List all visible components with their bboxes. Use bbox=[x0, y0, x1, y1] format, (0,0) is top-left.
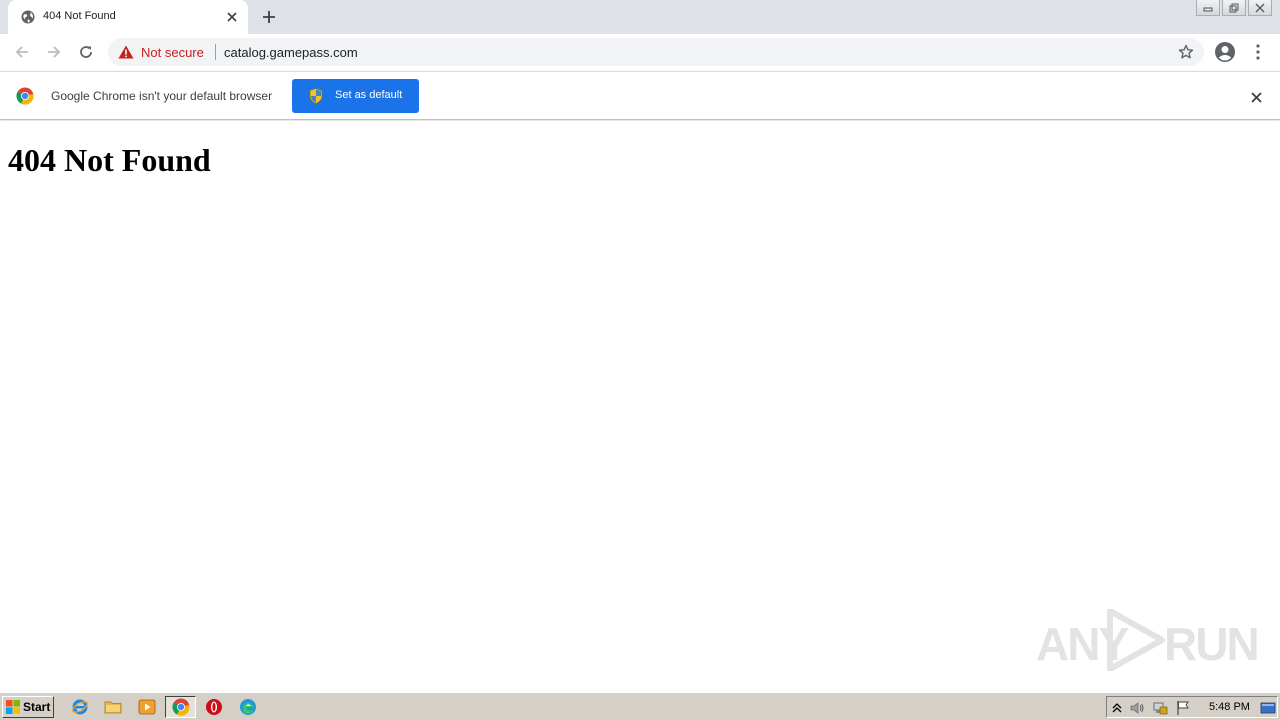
arrow-left-icon[interactable] bbox=[11, 41, 33, 63]
uac-shield-icon bbox=[309, 88, 323, 104]
action-center-flag-icon[interactable] bbox=[1175, 700, 1191, 716]
tab-close-icon[interactable] bbox=[224, 9, 240, 25]
media-player-icon[interactable] bbox=[138, 698, 156, 716]
restore-icon[interactable] bbox=[1222, 0, 1246, 16]
start-label: Start bbox=[23, 700, 51, 714]
play-icon bbox=[1106, 608, 1166, 672]
start-button[interactable]: Start bbox=[2, 696, 54, 718]
internet-explorer-icon[interactable] bbox=[71, 698, 89, 716]
page-heading: 404 Not Found bbox=[8, 142, 211, 178]
system-tray: 5:48 PM bbox=[1106, 696, 1278, 718]
globe-icon bbox=[21, 10, 35, 24]
volume-icon[interactable] bbox=[1129, 700, 1145, 716]
anyrun-watermark: ANY RUN bbox=[1036, 608, 1260, 672]
edge-icon[interactable] bbox=[239, 698, 257, 716]
show-desktop-icon[interactable] bbox=[1260, 700, 1276, 716]
browser-tab[interactable]: 404 Not Found bbox=[8, 0, 248, 34]
screen: 404 Not Found Not secure catalog.gamepas… bbox=[0, 0, 1280, 720]
chrome-taskbar-button[interactable] bbox=[165, 696, 196, 718]
watermark-text-right: RUN bbox=[1164, 618, 1260, 670]
omnibox-divider bbox=[215, 44, 216, 60]
star-icon[interactable] bbox=[1178, 44, 1194, 60]
opera-icon[interactable] bbox=[205, 698, 223, 716]
kebab-menu-icon[interactable] bbox=[1250, 41, 1266, 63]
window-controls bbox=[1196, 0, 1272, 18]
set-as-default-button[interactable]: Set as default bbox=[292, 79, 419, 113]
warning-triangle-icon[interactable] bbox=[118, 45, 134, 59]
close-icon[interactable] bbox=[1248, 0, 1272, 16]
plus-icon[interactable] bbox=[259, 7, 279, 27]
omnibox[interactable]: Not secure catalog.gamepass.com bbox=[108, 38, 1204, 66]
taskbar: Start 5:48 PM bbox=[0, 692, 1280, 720]
url-text[interactable]: catalog.gamepass.com bbox=[224, 45, 358, 60]
taskbar-clock[interactable]: 5:48 PM bbox=[1209, 701, 1250, 713]
windows-flag-icon bbox=[6, 700, 20, 714]
reload-icon[interactable] bbox=[75, 41, 97, 63]
chrome-logo-icon bbox=[16, 87, 34, 105]
page-content: 404 Not Found ANY RUN bbox=[0, 121, 1280, 692]
minimize-icon[interactable] bbox=[1196, 0, 1220, 16]
network-icon[interactable] bbox=[1152, 700, 1168, 716]
tab-strip: 404 Not Found bbox=[0, 0, 1280, 34]
browser-toolbar: Not secure catalog.gamepass.com bbox=[0, 34, 1280, 71]
close-icon[interactable] bbox=[1248, 89, 1264, 105]
tab-title: 404 Not Found bbox=[43, 10, 116, 22]
file-explorer-icon[interactable] bbox=[104, 698, 122, 716]
arrow-right-icon[interactable] bbox=[43, 41, 65, 63]
show-hidden-icon[interactable] bbox=[1109, 700, 1125, 716]
security-status-label[interactable]: Not secure bbox=[141, 45, 204, 60]
chrome-icon bbox=[172, 698, 190, 716]
infobar-message: Google Chrome isn't your default browser bbox=[51, 89, 273, 103]
account-circle-icon[interactable] bbox=[1214, 41, 1236, 63]
default-browser-infobar: Google Chrome isn't your default browser… bbox=[0, 71, 1280, 120]
set-as-default-label: Set as default bbox=[335, 89, 403, 101]
